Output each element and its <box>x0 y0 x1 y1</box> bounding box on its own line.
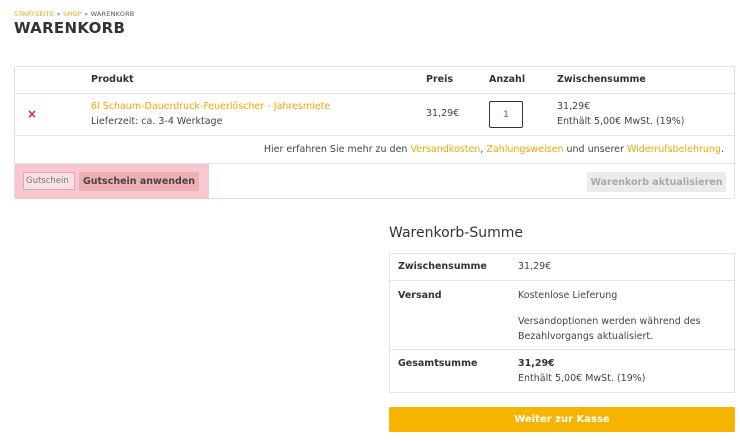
totals-subtotal-label: Zwischensumme <box>398 261 487 272</box>
totals-total-row: Gesamtsumme 31,29€ Enthält 5,00€ MwSt. (… <box>390 350 734 393</box>
breadcrumb-shop[interactable]: SHOP <box>63 10 82 18</box>
payment-methods-link[interactable]: Zahlungsweisen <box>486 144 563 155</box>
breadcrumb: STARTSEITE » SHOP » WARENKORB <box>14 10 134 18</box>
update-cart-button[interactable]: Warenkorb aktualisieren <box>587 172 726 192</box>
product-price: 31,29€ <box>426 108 460 119</box>
totals-total-value: 31,29€ <box>518 358 555 369</box>
info-prefix: Hier erfahren Sie mehr zu den <box>263 144 408 155</box>
info-text: Hier erfahren Sie mehr zu den Versandkos… <box>264 144 724 155</box>
product-name-link[interactable]: 6l Schaum-Dauerdruck-Feuerlöscher - Jahr… <box>91 101 330 112</box>
cart-info-row: Hier erfahren Sie mehr zu den Versandkos… <box>15 136 734 164</box>
breadcrumb-separator: » <box>56 10 61 18</box>
info-suffix: . <box>720 144 724 155</box>
header-quantity: Anzahl <box>489 74 526 85</box>
totals-shipping-value: Kostenlose Lieferung <box>518 290 618 301</box>
info-middle: und unserer <box>566 144 624 155</box>
cart-item-row: × 6l Schaum-Dauerdruck-Feuerlöscher - Ja… <box>15 94 734 136</box>
breadcrumb-home[interactable]: STARTSEITE <box>14 10 54 18</box>
cart-totals-title: Warenkorb-Summe <box>389 225 523 241</box>
product-delivery-time: Lieferzeit: ca. 3-4 Werktage <box>91 116 223 127</box>
proceed-to-checkout-button[interactable]: Weiter zur Kasse <box>389 407 735 432</box>
totals-shipping-note-2: Bezahlvorgangs aktualisiert. <box>518 331 654 342</box>
totals-shipping-label: Versand <box>398 290 442 301</box>
cart-table-header: Produkt Preis Anzahl Zwischensumme <box>15 67 734 94</box>
coupon-input[interactable] <box>23 172 75 190</box>
item-tax-note: Enthält 5,00€ MwSt. (19%) <box>557 116 685 127</box>
cart-table: Produkt Preis Anzahl Zwischensumme × 6l … <box>14 66 735 199</box>
breadcrumb-current: WARENKORB <box>90 10 135 18</box>
header-subtotal: Zwischensumme <box>557 74 646 85</box>
totals-subtotal-row: Zwischensumme 31,29€ <box>390 254 734 281</box>
quantity-input[interactable] <box>489 101 523 128</box>
item-subtotal: 31,29€ <box>557 101 591 112</box>
totals-shipping-note-1: Versandoptionen werden während des <box>518 316 701 327</box>
shipping-costs-link[interactable]: Versandkosten <box>410 144 480 155</box>
cart-actions-row: Gutschein anwenden Warenkorb aktualisier… <box>15 164 734 199</box>
totals-shipping-row: Versand Kostenlose Lieferung Versandopti… <box>390 281 734 350</box>
cart-totals-table: Zwischensumme 31,29€ Versand Kostenlose … <box>389 253 735 393</box>
page-title: WARENKORB <box>14 19 126 37</box>
totals-subtotal-value: 31,29€ <box>518 261 552 272</box>
apply-coupon-button[interactable]: Gutschein anwenden <box>79 172 199 191</box>
remove-item-icon[interactable]: × <box>27 107 37 121</box>
header-price: Preis <box>426 74 454 85</box>
info-comma: , <box>480 144 484 155</box>
withdrawal-policy-link[interactable]: Widerrufsbelehrung <box>627 144 721 155</box>
totals-total-label: Gesamtsumme <box>398 358 478 369</box>
totals-total-tax: Enthält 5,00€ MwSt. (19%) <box>518 373 646 384</box>
header-product: Produkt <box>91 74 134 85</box>
breadcrumb-separator: » <box>84 10 89 18</box>
